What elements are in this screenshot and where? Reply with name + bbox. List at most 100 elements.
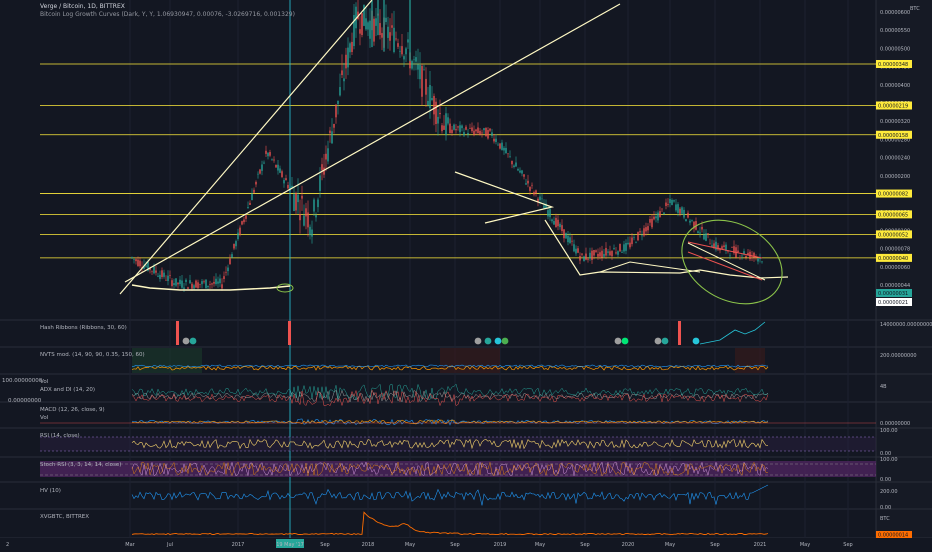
time-label-8: 2019 bbox=[494, 542, 507, 548]
candle-body bbox=[385, 17, 387, 23]
nvts-zone-red-2 bbox=[735, 348, 765, 373]
chart-canvas[interactable]: 0.000006000.000005500.000005000.00000450… bbox=[0, 0, 932, 550]
candle-body bbox=[683, 209, 685, 218]
candle-body bbox=[303, 215, 305, 226]
candle-body bbox=[573, 244, 575, 252]
candle-body bbox=[373, 18, 375, 42]
candle-body bbox=[517, 169, 519, 171]
candle-body bbox=[567, 235, 569, 243]
candle-body bbox=[519, 170, 521, 173]
candle-body bbox=[453, 124, 455, 130]
candle-body bbox=[413, 59, 415, 61]
candle-body bbox=[207, 285, 209, 288]
candle-body bbox=[327, 148, 329, 162]
candle-body bbox=[503, 147, 505, 151]
candle-body bbox=[255, 181, 257, 185]
candle-body bbox=[629, 242, 631, 248]
chart-root: 0.000006000.000005500.000005000.00000450… bbox=[0, 0, 932, 550]
candle-body bbox=[193, 285, 195, 289]
candle-body bbox=[187, 287, 189, 289]
candle-body bbox=[201, 281, 203, 285]
time-label-16: Sep bbox=[843, 542, 852, 548]
candle-body bbox=[583, 256, 585, 262]
price-tick-4: 0.00000400 bbox=[880, 83, 910, 89]
candle-body bbox=[435, 101, 437, 125]
stoch-bottom-value: 0.00 bbox=[880, 477, 891, 483]
candle-body bbox=[557, 219, 559, 227]
price-tick-9: 0.00000200 bbox=[880, 174, 910, 180]
candle-body bbox=[215, 278, 217, 285]
candle-body bbox=[425, 78, 427, 95]
hash-ribbon-dot-10 bbox=[692, 337, 700, 345]
candle-body bbox=[299, 214, 301, 221]
candle-body bbox=[343, 78, 345, 82]
candle-body bbox=[359, 29, 361, 34]
candle-body bbox=[523, 174, 525, 177]
candle-body bbox=[169, 275, 171, 276]
candle-body bbox=[319, 175, 321, 191]
candle-body bbox=[159, 274, 161, 279]
candle-body bbox=[709, 243, 711, 245]
candle-body bbox=[623, 244, 625, 252]
candle-body bbox=[305, 208, 307, 217]
candle-body bbox=[649, 219, 651, 223]
panel-label-rsi: RSI (14, close) bbox=[40, 433, 80, 439]
candle-body bbox=[507, 153, 509, 155]
candle-body bbox=[181, 280, 183, 288]
candle-body bbox=[535, 190, 537, 194]
candle-body bbox=[671, 199, 673, 205]
candle-body bbox=[665, 202, 667, 207]
candle-body bbox=[543, 205, 545, 209]
candle-body bbox=[477, 127, 479, 133]
rsi-band bbox=[40, 437, 876, 451]
candle-body bbox=[577, 248, 579, 253]
price-tick-13: 0.00000078 bbox=[880, 247, 910, 253]
candle-body bbox=[675, 204, 677, 211]
time-label-0: Mar bbox=[125, 542, 135, 548]
candle-body bbox=[213, 281, 215, 284]
candle-body bbox=[745, 255, 747, 258]
candle-body bbox=[321, 164, 323, 171]
candle-body bbox=[605, 247, 607, 256]
candle-body bbox=[553, 220, 555, 225]
candle-body bbox=[729, 255, 731, 257]
vol-value: 4B bbox=[880, 384, 887, 390]
candle-body bbox=[185, 279, 187, 282]
candle-body bbox=[249, 202, 251, 205]
candle-body bbox=[579, 255, 581, 261]
candle-body bbox=[273, 159, 275, 161]
hash-ribbon-dot-5 bbox=[501, 337, 509, 345]
candle-body bbox=[401, 46, 403, 55]
candle-body bbox=[261, 164, 263, 171]
candle-body bbox=[395, 38, 397, 40]
candle-body bbox=[311, 229, 313, 237]
candle-body bbox=[257, 173, 259, 175]
candle-body bbox=[455, 129, 457, 131]
candle-body bbox=[575, 248, 577, 254]
candle-body bbox=[235, 241, 237, 247]
candle-body bbox=[381, 33, 383, 38]
candle-body bbox=[133, 258, 135, 260]
candle-body bbox=[317, 199, 319, 208]
candle-body bbox=[459, 125, 461, 133]
time-axis-background bbox=[0, 538, 932, 550]
candle-body bbox=[191, 283, 193, 289]
candle-body bbox=[621, 251, 623, 253]
candle-body bbox=[707, 233, 709, 235]
time-label-highlight: 19 May '17 bbox=[276, 542, 304, 548]
candle-body bbox=[387, 26, 389, 38]
candle-body bbox=[391, 25, 393, 28]
candle-body bbox=[339, 87, 341, 96]
panel-label-macd: MACD (12, 26, close, 9) bbox=[40, 407, 105, 413]
hv-bottom-value: 0.00 bbox=[880, 505, 891, 511]
candle-body bbox=[641, 235, 643, 237]
price-tick-1: 0.00000550 bbox=[880, 28, 910, 34]
candle-body bbox=[407, 39, 409, 43]
candle-body bbox=[533, 192, 535, 195]
candle-body bbox=[313, 199, 315, 212]
hash-ribbon-dot-9 bbox=[661, 337, 669, 345]
candle-body bbox=[237, 232, 239, 240]
candle-body bbox=[259, 169, 261, 174]
candle-body bbox=[369, 20, 371, 39]
candle-body bbox=[633, 237, 635, 239]
